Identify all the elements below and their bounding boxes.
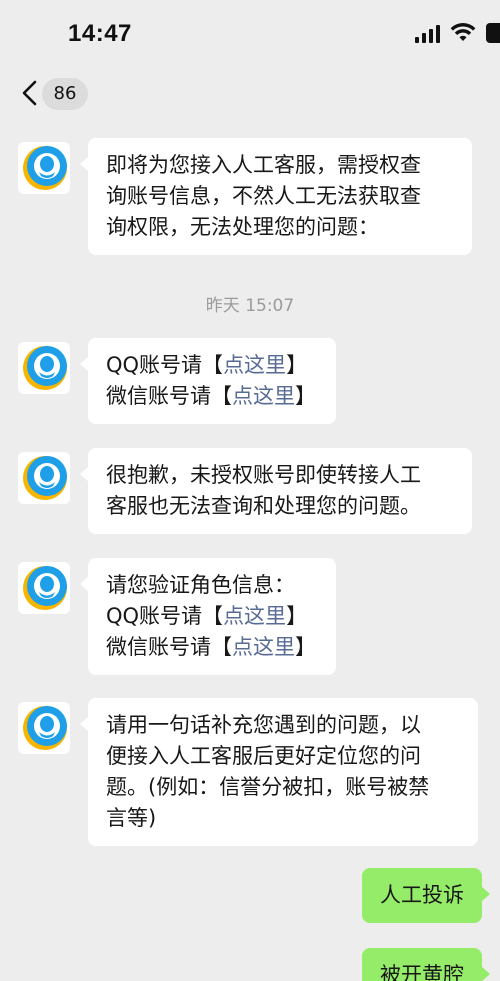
wechat-auth-link[interactable]: 点这里 xyxy=(232,384,295,408)
message-line: 被开黄腔 xyxy=(380,963,464,981)
wifi-icon xyxy=(450,23,476,41)
message-line: 很抱歉，未授权账号即使转接人工 xyxy=(106,463,421,487)
text: 】 xyxy=(286,604,308,628)
unread-count-badge[interactable]: 86 xyxy=(42,78,88,110)
text: 】 xyxy=(295,384,316,408)
status-time: 14:47 xyxy=(68,20,132,47)
qq-logo-icon xyxy=(23,706,67,750)
bot-avatar[interactable] xyxy=(18,342,70,394)
message-line: 言等) xyxy=(106,806,157,830)
message-line: 询权限，无法处理您的问题： xyxy=(106,215,379,239)
message-line: 人工投诉 xyxy=(380,883,464,907)
message-line: 客服也无法查询和处理您的问题。 xyxy=(106,494,421,518)
qq-logo-icon xyxy=(23,456,67,500)
cellular-signal-icon xyxy=(415,23,440,43)
message-bubble[interactable]: 即将为您接入人工客服，需授权查 询账号信息，不然人工无法获取查 询权限，无法处理… xyxy=(80,138,472,255)
battery-icon xyxy=(486,23,500,43)
text: QQ账号请【 xyxy=(106,604,224,628)
bot-avatar[interactable] xyxy=(18,142,70,194)
status-icons xyxy=(415,22,500,44)
message-timestamp: 昨天 15:07 xyxy=(205,296,295,316)
qq-auth-link[interactable]: 点这里 xyxy=(223,604,286,628)
bot-avatar[interactable] xyxy=(18,452,70,504)
message-line: 请您验证角色信息： xyxy=(106,573,295,597)
bot-avatar[interactable] xyxy=(18,562,70,614)
message-bubble[interactable]: 很抱歉，未授权账号即使转接人工 客服也无法查询和处理您的问题。 xyxy=(80,448,472,534)
message-line: 请用一句话补充您遇到的问题，以 xyxy=(106,713,421,737)
outgoing-message-bubble[interactable]: 人工投诉 xyxy=(362,868,490,923)
message-line: 微信账号请【点这里】 xyxy=(106,381,320,412)
message-line: 询账号信息，不然人工无法获取查 xyxy=(106,184,421,208)
message-bubble[interactable]: 请您验证角色信息： QQ账号请【点这里】 微信账号请【点这里】 xyxy=(80,558,336,675)
text: QQ账号请【 xyxy=(106,353,224,377)
message-line: 题。(例如：信誉分被扣，账号被禁 xyxy=(106,775,430,799)
qq-logo-icon xyxy=(23,346,67,390)
text: 】 xyxy=(286,353,308,377)
message-bubble[interactable]: QQ账号请【点这里】 微信账号请【点这里】 xyxy=(80,338,336,424)
outgoing-message-bubble[interactable]: 被开黄腔 xyxy=(362,948,490,981)
text: 微信账号请【 xyxy=(106,635,232,659)
message-line: 微信账号请【点这里】 xyxy=(106,632,320,663)
bot-avatar[interactable] xyxy=(18,702,70,754)
message-line: 便接入人工客服后更好定位您的问 xyxy=(106,744,421,768)
message-line: 即将为您接入人工客服，需授权查 xyxy=(106,153,421,177)
message-bubble[interactable]: 请用一句话补充您遇到的问题，以 便接入人工客服后更好定位您的问 题。(例如：信誉… xyxy=(80,698,478,846)
qq-auth-link[interactable]: 点这里 xyxy=(223,353,286,377)
wechat-auth-link[interactable]: 点这里 xyxy=(232,635,295,659)
qq-logo-icon xyxy=(23,146,67,190)
qq-logo-icon xyxy=(23,566,67,610)
message-line: QQ账号请【点这里】 xyxy=(106,350,320,381)
status-bar: 14:47 xyxy=(0,0,500,66)
text: 微信账号请【 xyxy=(106,384,232,408)
message-line: QQ账号请【点这里】 xyxy=(106,601,320,632)
text: 】 xyxy=(295,635,316,659)
